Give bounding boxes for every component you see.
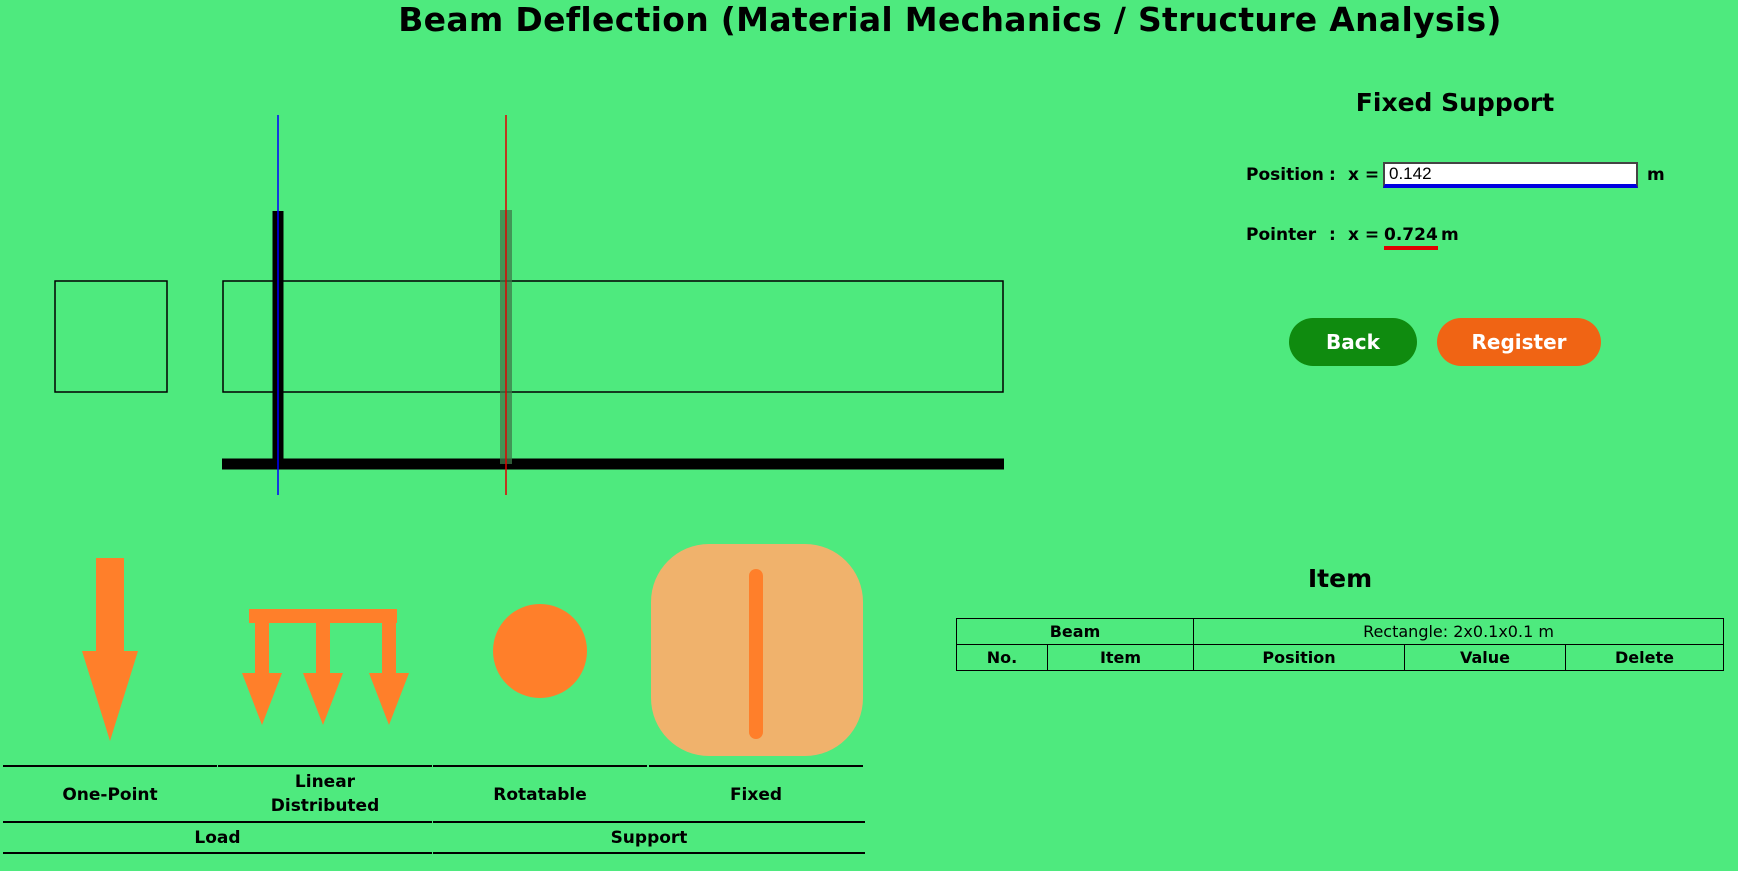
palette-group-load: Load: [3, 821, 432, 854]
beam-row: Beam Rectangle: 2x0.1x0.1 m: [956, 618, 1724, 645]
back-button[interactable]: Back: [1289, 318, 1417, 366]
palette-group-support: Support: [433, 821, 865, 854]
column-header-value: Value: [1404, 644, 1566, 671]
beam-canvas[interactable]: [0, 90, 1020, 510]
vertical-bar-icon: [651, 544, 863, 756]
cross-section-preview: [54, 280, 168, 393]
pointer-label: Pointer: [1246, 225, 1317, 245]
pointer-x-eq: x =: [1348, 225, 1380, 245]
beam-value: Rectangle: 2x0.1x0.1 m: [1193, 618, 1724, 645]
position-x-eq: x =: [1348, 165, 1380, 185]
distributed-load-icon: [242, 609, 409, 725]
column-header-position: Position: [1193, 644, 1405, 671]
rotatable-support-tool[interactable]: [492, 603, 588, 699]
beam-outline: [222, 280, 1004, 393]
fixed-support-tool[interactable]: [650, 543, 864, 757]
palette-label-rotatable: Rotatable: [433, 765, 647, 822]
palette-label-linear-distributed: Linear Distributed: [218, 765, 432, 820]
pointer-colon: :: [1329, 225, 1336, 245]
register-button[interactable]: Register: [1437, 318, 1601, 366]
circle-icon: [493, 604, 587, 698]
position-colon: :: [1329, 165, 1336, 185]
linear-distributed-load-tool[interactable]: [238, 605, 410, 730]
position-label: Position: [1246, 165, 1324, 185]
position-input[interactable]: [1383, 162, 1638, 188]
position-unit: m: [1647, 165, 1665, 185]
item-title: Item: [1307, 564, 1373, 593]
pointer-value: 0.724: [1384, 225, 1438, 250]
column-header-delete: Delete: [1565, 644, 1724, 671]
item-table: Beam Rectangle: 2x0.1x0.1 m No. Item Pos…: [956, 618, 1724, 671]
palette-label-one-point: One-Point: [3, 765, 217, 822]
table-header-row: No. Item Position Value Delete: [956, 644, 1724, 671]
column-header-no: No.: [956, 644, 1048, 671]
panel-title: Fixed Support: [1355, 88, 1555, 117]
beam-label: Beam: [956, 618, 1194, 645]
palette-label-fixed: Fixed: [649, 765, 863, 822]
pointer-unit: m: [1441, 225, 1459, 245]
down-arrow-icon: [82, 558, 138, 741]
page-title: Beam Deflection (Material Mechanics / St…: [398, 0, 1502, 39]
one-point-load-tool[interactable]: [75, 555, 145, 745]
column-header-item: Item: [1047, 644, 1194, 671]
